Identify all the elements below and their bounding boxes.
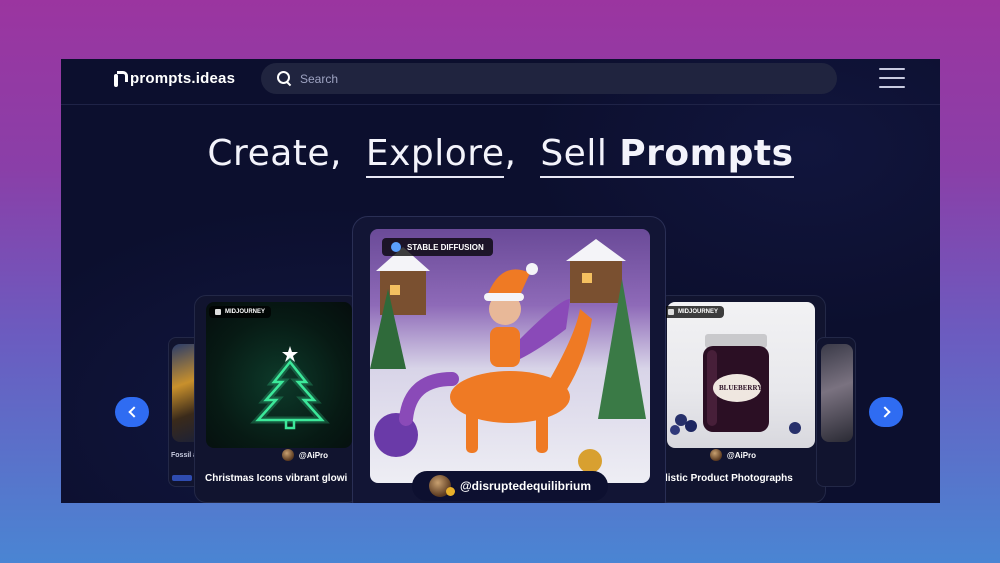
prompt-card-far-right[interactable] [816, 337, 856, 487]
logo[interactable]: prompts.ideas [113, 68, 235, 88]
model-label: STABLE DIFFUSION [407, 242, 484, 252]
hero-word-explore: Explore [365, 133, 505, 178]
top-header: prompts.ideas [61, 59, 940, 105]
author-handle: @AiPro [726, 450, 757, 460]
jar-label: BLUEBERRY [719, 384, 763, 392]
card-title: listic Product Photographs [665, 473, 793, 484]
card-title: Christmas Icons vibrant glowi [205, 473, 348, 484]
chevron-left-icon [127, 406, 140, 418]
card-image: BLUEBERRY [667, 302, 815, 448]
elf-on-horse-illustration [370, 239, 646, 473]
hero-headline: Create, Explore, Sell Prompts [61, 133, 940, 178]
hero-word-sell: Sell [540, 133, 608, 174]
verified-badge-icon [445, 486, 455, 496]
model-badge: MIDJOURNEY [662, 306, 725, 318]
model-label: MIDJOURNEY [678, 309, 719, 315]
stable-diffusion-icon [391, 242, 401, 252]
prompt-card-christmas-icons[interactable]: MIDJOURNEY @AiPro Christmas Icons vibran… [194, 295, 360, 503]
christmas-tree-icon [250, 346, 330, 430]
author-pill[interactable]: @AiPro [683, 445, 783, 465]
card-image [206, 302, 352, 448]
hero-word-prompts: Prompts [619, 133, 794, 174]
search-icon [277, 71, 292, 86]
model-badge: STABLE DIFFUSION [382, 238, 493, 256]
midjourney-icon [668, 309, 674, 315]
hamburger-menu-icon[interactable] [879, 68, 905, 88]
menu-line [879, 77, 905, 79]
author-handle: @AiPro [298, 450, 329, 460]
menu-line [879, 68, 905, 70]
card-image [370, 229, 650, 483]
search-bar[interactable] [261, 63, 837, 94]
hero-separator: , [504, 133, 517, 174]
carousel-prev-button[interactable] [115, 397, 149, 427]
hero-word-sell-prompts: Sell Prompts [540, 133, 794, 178]
card-tag [172, 475, 192, 481]
prompt-card-product-photographs[interactable]: BLUEBERRY MIDJOURNEY @AiPro listic Produ… [656, 295, 826, 503]
carousel-next-button[interactable] [869, 397, 903, 427]
model-label: MIDJOURNEY [225, 309, 266, 315]
hero-word-create: Create, [207, 133, 342, 174]
author-handle: @disruptedequilibrium [459, 479, 592, 493]
avatar [281, 449, 294, 461]
midjourney-icon [215, 309, 221, 315]
logo-text: prompts.ideas [130, 69, 236, 87]
prompt-card-featured[interactable]: STABLE DIFFUSION @disruptedequilibrium [352, 216, 666, 503]
search-input[interactable] [300, 71, 800, 86]
author-pill[interactable]: @AiPro [255, 445, 355, 465]
avatar [709, 449, 722, 461]
menu-line [879, 86, 905, 88]
logo-icon [113, 70, 128, 87]
model-badge: MIDJOURNEY [209, 306, 272, 318]
author-pill[interactable]: @disruptedequilibrium [412, 471, 608, 501]
chevron-right-icon [878, 406, 891, 418]
app-window: prompts.ideas Create, Explore, Sell Prom… [61, 59, 940, 503]
jar-illustration [670, 334, 801, 435]
card-image [821, 344, 853, 442]
